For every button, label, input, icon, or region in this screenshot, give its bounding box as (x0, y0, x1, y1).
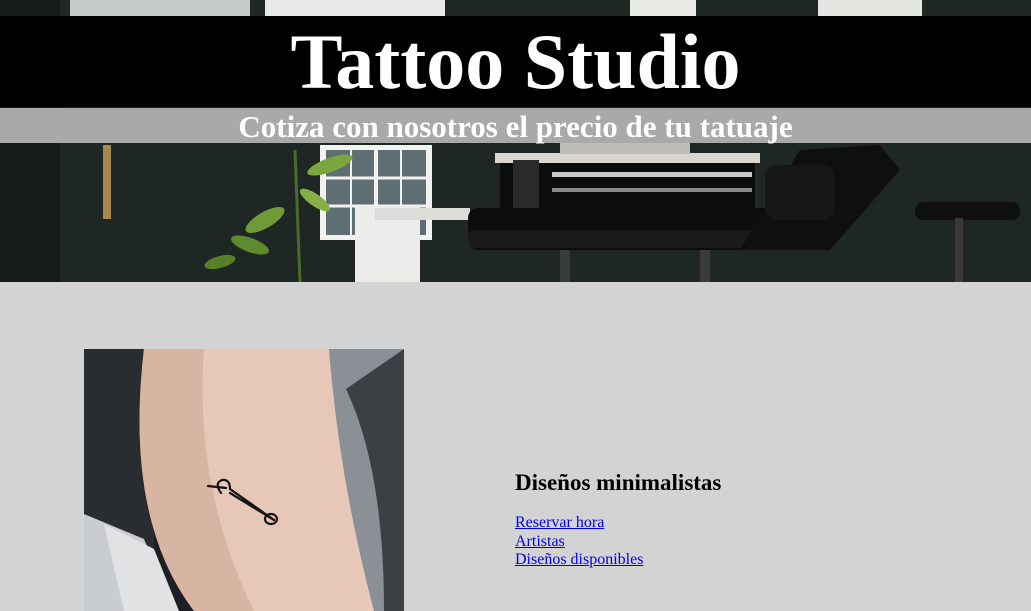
feature-heading: Diseños minimalistas (515, 470, 722, 495)
site-subtitle: Cotiza con nosotros el precio de tu tatu… (238, 109, 793, 144)
hero-banner: Tattoo Studio Cotiza con nosotros el pre… (0, 0, 1031, 282)
title-banner: Tattoo Studio (0, 16, 1031, 107)
artists-link[interactable]: Artistas (515, 533, 975, 552)
feature-section: Diseños minimalistas Reservar hora Artis… (515, 470, 975, 570)
available-designs-link[interactable]: Diseños disponibles (515, 551, 975, 570)
site-title: Tattoo Studio (290, 18, 741, 105)
subtitle-banner: Cotiza con nosotros el precio de tu tatu… (0, 108, 1031, 144)
feature-image-container (84, 349, 404, 611)
safety-pin-tattoo-image (84, 349, 404, 611)
reserve-appointment-link[interactable]: Reservar hora (515, 514, 975, 533)
